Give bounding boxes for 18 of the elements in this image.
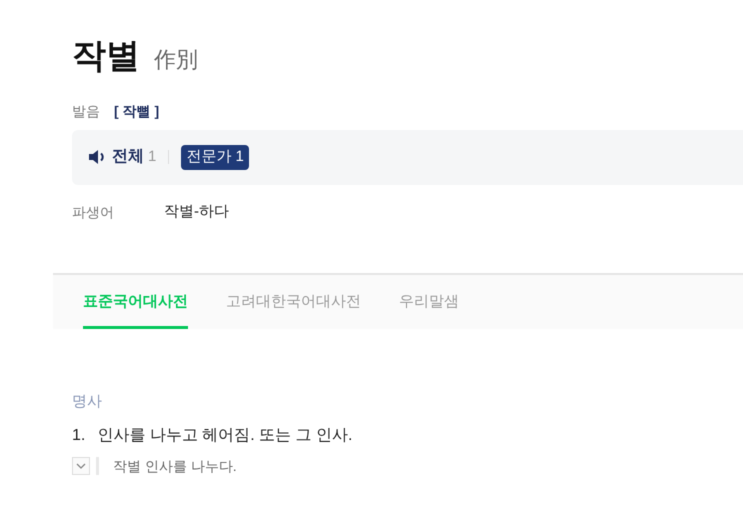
dictionary-tab[interactable]: 우리말샘 [399,275,459,330]
expand-toggle[interactable] [72,457,90,476]
headword: 작별 [72,36,140,77]
dictionary-tab[interactable]: 고려대한국어대사전 [226,275,361,330]
audio-label: 전체 [112,147,144,168]
chevron-icon [76,463,86,470]
example-sentence: 작별 인사를 나누다. [113,456,237,476]
derived-word: 작별-하다 [164,202,229,222]
pronunciation-value: [ 작뼐 ] [114,102,160,121]
expert-badge[interactable]: 전문가 1 [181,145,249,170]
pronunciation-label: 발음 [72,102,100,121]
derived-label: 파생어 [72,202,114,222]
sense-number: 1. [72,426,86,446]
hanja: 作別 [154,46,198,74]
dictionary-tab[interactable]: 표준국어대사전 [83,275,188,330]
part-of-speech: 명사 [72,392,103,412]
audio-count: 1 [148,147,156,168]
definition-text: 인사를 나누고 헤어짐. 또는 그 인사. [97,426,352,446]
